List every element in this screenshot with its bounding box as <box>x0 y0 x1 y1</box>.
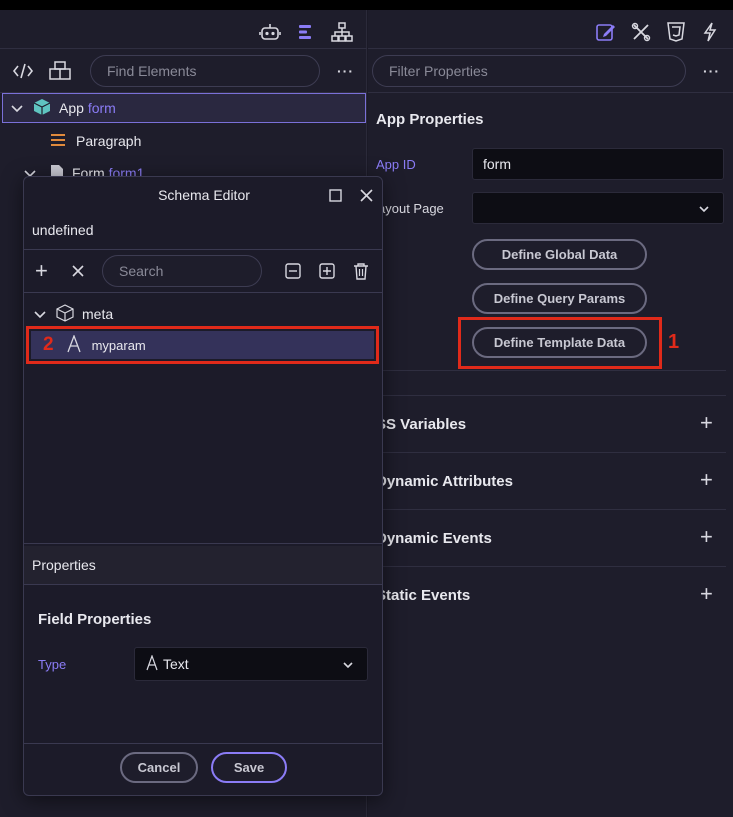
schema-tree-root[interactable]: meta <box>34 303 114 325</box>
section-css-variables[interactable]: SS Variables <box>376 416 466 433</box>
align-left-icon[interactable] <box>294 20 318 44</box>
filter-properties-placeholder: Filter Properties <box>389 63 488 79</box>
plus-icon[interactable]: + <box>700 410 713 436</box>
robot-icon[interactable] <box>258 20 282 44</box>
maximize-icon[interactable] <box>326 186 344 204</box>
code-icon[interactable] <box>12 60 34 82</box>
tree-item-app[interactable]: App form <box>2 93 366 123</box>
plus-icon[interactable]: + <box>700 581 713 607</box>
find-elements-placeholder: Find Elements <box>107 63 197 79</box>
section-dynamic-events[interactable]: Dynamic Events <box>376 530 492 547</box>
section-dynamic-attributes[interactable]: Dynamic Attributes <box>376 473 513 490</box>
clear-icon[interactable] <box>70 263 86 279</box>
layout-page-select[interactable] <box>472 192 724 224</box>
section-static-events[interactable]: Static Events <box>376 587 470 604</box>
chevron-down-icon <box>699 200 709 216</box>
app-id-value: form <box>483 156 511 172</box>
more-options-button[interactable]: ··· <box>703 63 720 79</box>
dialog-subtitle: undefined <box>32 222 94 238</box>
text-type-icon <box>66 333 82 356</box>
chevron-down-icon[interactable] <box>11 100 23 116</box>
paragraph-icon <box>50 132 66 151</box>
dialog-header: Schema Editor <box>24 177 382 213</box>
tree-item-label: meta <box>82 306 114 322</box>
components-icon[interactable] <box>48 58 72 82</box>
lightning-icon[interactable] <box>698 20 722 44</box>
tree-item-label: Paragraph <box>76 133 142 149</box>
css3-icon[interactable] <box>664 20 688 44</box>
tree-item-label: App <box>59 100 84 116</box>
expand-all-icon[interactable] <box>318 262 336 280</box>
tree-item-paragraph[interactable]: Paragraph <box>50 130 141 152</box>
annotation-number-1: 1 <box>668 331 680 353</box>
properties-title: App Properties <box>376 111 484 128</box>
tree-item-id: form <box>87 100 116 116</box>
collapse-all-icon[interactable] <box>284 262 302 280</box>
more-options-button[interactable]: ··· <box>337 63 354 79</box>
field-properties-title: Field Properties <box>38 611 152 628</box>
trash-icon[interactable] <box>352 261 370 281</box>
cube-icon <box>33 98 51 119</box>
tools-icon[interactable] <box>629 20 653 44</box>
plus-icon[interactable]: + <box>700 524 713 550</box>
filter-properties-input[interactable]: Filter Properties <box>372 55 686 87</box>
app-id-field[interactable]: form <box>472 148 724 180</box>
sitemap-icon[interactable] <box>330 20 354 44</box>
close-icon[interactable] <box>357 186 375 204</box>
type-label: Type <box>38 657 67 672</box>
properties-header-label: Properties <box>32 557 96 573</box>
schema-search-input[interactable]: Search <box>102 255 262 287</box>
define-query-params-button[interactable]: Define Query Params <box>472 283 647 314</box>
chevron-down-icon <box>343 656 353 672</box>
tree-item-label: myparam <box>91 337 146 353</box>
cancel-button[interactable]: Cancel <box>120 752 198 783</box>
chevron-down-icon[interactable] <box>34 306 46 322</box>
layout-page-label: ayout Page <box>378 201 444 216</box>
schema-editor-dialog: Schema Editor undefined + Search meta 2 <box>23 176 383 796</box>
type-select[interactable]: Text <box>134 647 368 681</box>
add-icon[interactable]: + <box>35 258 48 284</box>
properties-header: Properties <box>24 546 382 584</box>
schema-tree-item-myparam[interactable]: 2 myparam <box>31 331 374 359</box>
plus-icon[interactable]: + <box>700 467 713 493</box>
edit-icon[interactable] <box>594 20 618 44</box>
define-template-data-button[interactable]: Define Template Data <box>472 327 647 358</box>
find-elements-input[interactable]: Find Elements <box>90 55 320 87</box>
text-type-icon <box>145 653 159 674</box>
properties-panel: Filter Properties ··· App Properties App… <box>368 10 733 817</box>
app-id-label: App ID <box>376 157 416 172</box>
annotation-number-2: 2 <box>43 334 54 355</box>
search-placeholder: Search <box>119 263 164 279</box>
object-cube-icon <box>56 303 74 325</box>
save-button[interactable]: Save <box>211 752 287 783</box>
type-value: Text <box>163 656 189 672</box>
top-strip <box>0 0 733 10</box>
define-global-data-button[interactable]: Define Global Data <box>472 239 647 270</box>
